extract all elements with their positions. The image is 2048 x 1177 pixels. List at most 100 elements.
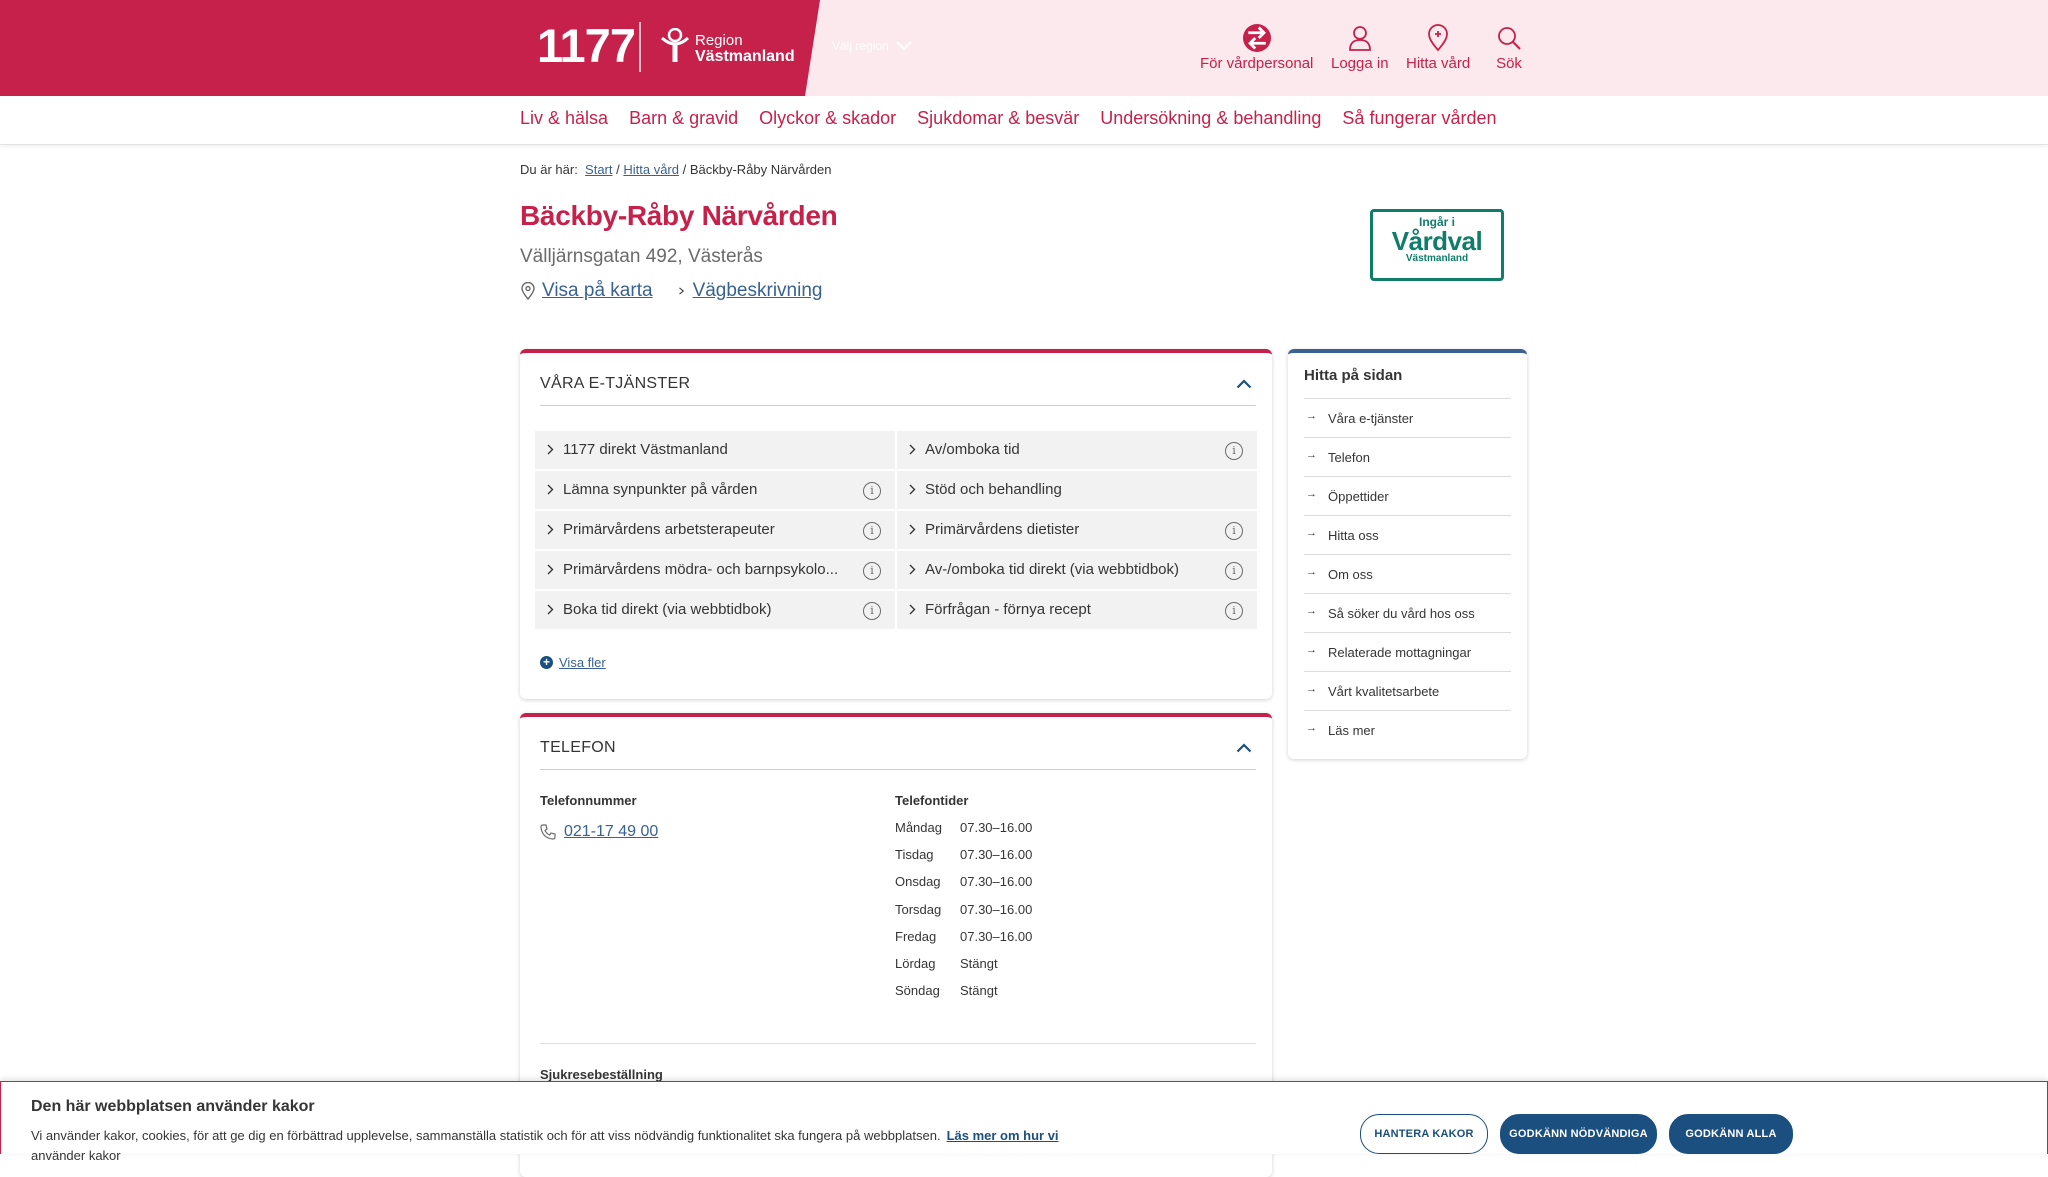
chevron-right-icon <box>909 524 916 535</box>
toc-heading: Hitta på sidan <box>1304 367 1403 384</box>
arrow-right-icon: → <box>1306 488 1317 500</box>
eservice-item[interactable]: Av/omboka tid i <box>897 431 1257 469</box>
chevron-right-icon <box>678 287 684 295</box>
nav-item-liv-halsa[interactable]: Liv & hälsa <box>520 108 608 129</box>
search-link[interactable]: Sök <box>1495 24 1523 72</box>
directions-link[interactable]: Vägbeskrivning <box>677 280 822 302</box>
breadcrumb-prefix: Du är här: <box>520 162 578 177</box>
toc-item[interactable]: → Så söker du vård hos oss <box>1304 593 1511 632</box>
chevron-right-icon <box>547 524 554 535</box>
eservice-item[interactable]: Stöd och behandling <box>897 471 1257 509</box>
for-vardpersonal-label: För vårdpersonal <box>1200 55 1314 72</box>
breadcrumb-start[interactable]: Start <box>585 162 612 177</box>
user-icon <box>1348 26 1371 51</box>
info-icon[interactable]: i <box>863 522 881 540</box>
page-toc-sidebar: Hitta på sidan → Våra e-tjänster → Telefon… <box>1288 349 1527 759</box>
info-icon[interactable]: i <box>1225 602 1243 620</box>
info-icon[interactable]: i <box>863 562 881 580</box>
eservice-item[interactable]: 1177 direkt Västmanland <box>535 431 895 469</box>
hours-day: Måndag <box>895 820 942 835</box>
region-selector[interactable]: Välj region <box>832 39 913 53</box>
toc-item[interactable]: → Läs mer <box>1304 710 1511 749</box>
logga-in-label: Logga in <box>1331 55 1389 72</box>
telefon-heading: TELEFON <box>540 739 616 756</box>
logga-in-link[interactable]: Logga in <box>1331 24 1389 72</box>
info-icon[interactable]: i <box>1225 522 1243 540</box>
hours-time: Stängt <box>960 955 998 971</box>
eservice-label: Av-/omboka tid direkt (via webbtidbok) <box>925 561 1180 578</box>
phone-hours-table: Måndag 07.30–16.00 Tisdag 07.30–16.00 Onsd… <box>895 820 1032 1010</box>
info-icon[interactable]: i <box>863 482 881 500</box>
eservice-label: 1177 direkt Västmanland <box>563 441 728 458</box>
region-logo[interactable]: Region Västmanland <box>695 33 795 65</box>
hours-day: Tisdag <box>895 847 934 863</box>
toc-item[interactable]: → Våra e-tjänster <box>1304 398 1511 437</box>
toc-item[interactable]: → Relaterade mottagningar <box>1304 632 1511 671</box>
phone-number: 021-17 49 00 <box>564 823 659 840</box>
cookie-text-line2: använder kakor <box>31 1148 121 1163</box>
for-vardpersonal-link[interactable]: För vårdpersonal <box>1200 24 1313 72</box>
arrow-right-icon: → <box>1306 644 1317 656</box>
phone-number-link[interactable]: 021-17 49 00 <box>540 823 658 841</box>
toc-item-label: Våra e-tjänster <box>1328 411 1414 426</box>
eservices-card: VÅRA E-TJÄNSTER 1177 direkt Västmanland … <box>520 349 1272 699</box>
toc-item[interactable]: → Telefon <box>1304 437 1511 476</box>
cookie-title: Den här webbplatsen använder kakor <box>31 1098 315 1115</box>
show-on-map-link[interactable]: Visa på karta <box>520 280 653 302</box>
eservice-item[interactable]: Boka tid direkt (via webbtidbok) i <box>535 591 895 629</box>
eservice-item[interactable]: Förfrågan - förnya recept i <box>897 591 1257 629</box>
info-icon[interactable]: i <box>1225 562 1243 580</box>
main-navigation: Liv & hälsa Barn & gravid Olyckor & skad… <box>0 96 2048 145</box>
cookie-read-more-link[interactable]: Läs mer om hur vi <box>947 1128 1059 1143</box>
hours-row: Måndag 07.30–16.00 <box>895 820 1032 847</box>
eservice-label: Förfrågan - förnya recept <box>925 601 1091 618</box>
show-more-label: Visa fler <box>559 655 606 670</box>
cookie-description: Vi använder kakor, cookies, för att ge d… <box>31 1128 941 1143</box>
accept-necessary-button[interactable]: GODKÄNN NÖDVÄNDIGA <box>1500 1114 1657 1154</box>
eservice-label: Av/omboka tid <box>925 441 1020 458</box>
hours-time: 07.30–16.00 <box>960 901 1033 917</box>
telefon-card-header[interactable]: TELEFON <box>540 717 1256 770</box>
toc-item[interactable]: → Hitta oss <box>1304 515 1511 554</box>
hours-row: Söndag Stängt <box>895 983 1032 1010</box>
hours-day: Torsdag <box>895 901 942 917</box>
chevron-up-icon <box>1236 743 1252 753</box>
nav-item-olyckor-skador[interactable]: Olyckor & skador <box>759 108 896 129</box>
chevron-right-icon <box>909 444 916 455</box>
arrow-right-icon: → <box>1306 527 1317 539</box>
eservice-item[interactable]: Primärvårdens arbetsterapeuter i <box>535 511 895 549</box>
region-logo-icon <box>660 28 690 62</box>
eservice-item[interactable]: Lämna synpunkter på vården i <box>535 471 895 509</box>
nav-item-sjukdomar-besvar[interactable]: Sjukdomar & besvär <box>917 108 1079 129</box>
eservice-item[interactable]: Primärvårdens dietister i <box>897 511 1257 549</box>
arrow-right-icon: → <box>1306 566 1317 578</box>
hitta-vard-link[interactable]: Hitta vård <box>1406 24 1470 72</box>
eservices-card-header[interactable]: VÅRA E-TJÄNSTER <box>540 353 1256 406</box>
site-header: 1177 Region Västmanland Välj region För … <box>0 0 2048 96</box>
nav-item-undersokning-behandling[interactable]: Undersökning & behandling <box>1100 108 1321 129</box>
breadcrumb-hitta-vard[interactable]: Hitta vård <box>623 162 679 177</box>
hours-day: Lördag <box>895 955 936 971</box>
nav-item-sa-fungerar-varden[interactable]: Så fungerar vården <box>1342 108 1496 129</box>
telefontider-label: Telefontider <box>895 793 969 808</box>
chevron-right-icon <box>547 444 554 455</box>
info-icon[interactable]: i <box>863 602 881 620</box>
eservice-item[interactable]: Primärvårdens mödra- och barnpsykolo... … <box>535 551 895 589</box>
arrow-right-icon: → <box>1306 605 1317 617</box>
eservices-heading: VÅRA E-TJÄNSTER <box>540 375 691 392</box>
toc-item[interactable]: → Öppettider <box>1304 476 1511 515</box>
info-icon[interactable]: i <box>1225 442 1243 460</box>
manage-cookies-button[interactable]: HANTERA KAKOR <box>1360 1114 1488 1154</box>
logo-1177[interactable]: 1177 <box>537 18 636 73</box>
hours-row: Torsdag 07.30–16.00 <box>895 902 1032 929</box>
telefonnummer-label: Telefonnummer <box>540 793 637 808</box>
arrow-right-icon: → <box>1306 683 1317 695</box>
accept-all-button[interactable]: GODKÄNN ALLA <box>1669 1114 1793 1154</box>
eservice-item[interactable]: Av-/omboka tid direkt (via webbtidbok) i <box>897 551 1257 589</box>
show-more-link[interactable]: + Visa fler <box>540 655 606 670</box>
toc-item[interactable]: → Om oss <box>1304 554 1511 593</box>
nav-item-barn-gravid[interactable]: Barn & gravid <box>629 108 738 129</box>
cookie-text: Vi använder kakor, cookies, för att ge d… <box>31 1128 1059 1143</box>
toc-item[interactable]: → Vårt kvalitetsarbete <box>1304 671 1511 710</box>
hours-row: Fredag 07.30–16.00 <box>895 929 1032 956</box>
